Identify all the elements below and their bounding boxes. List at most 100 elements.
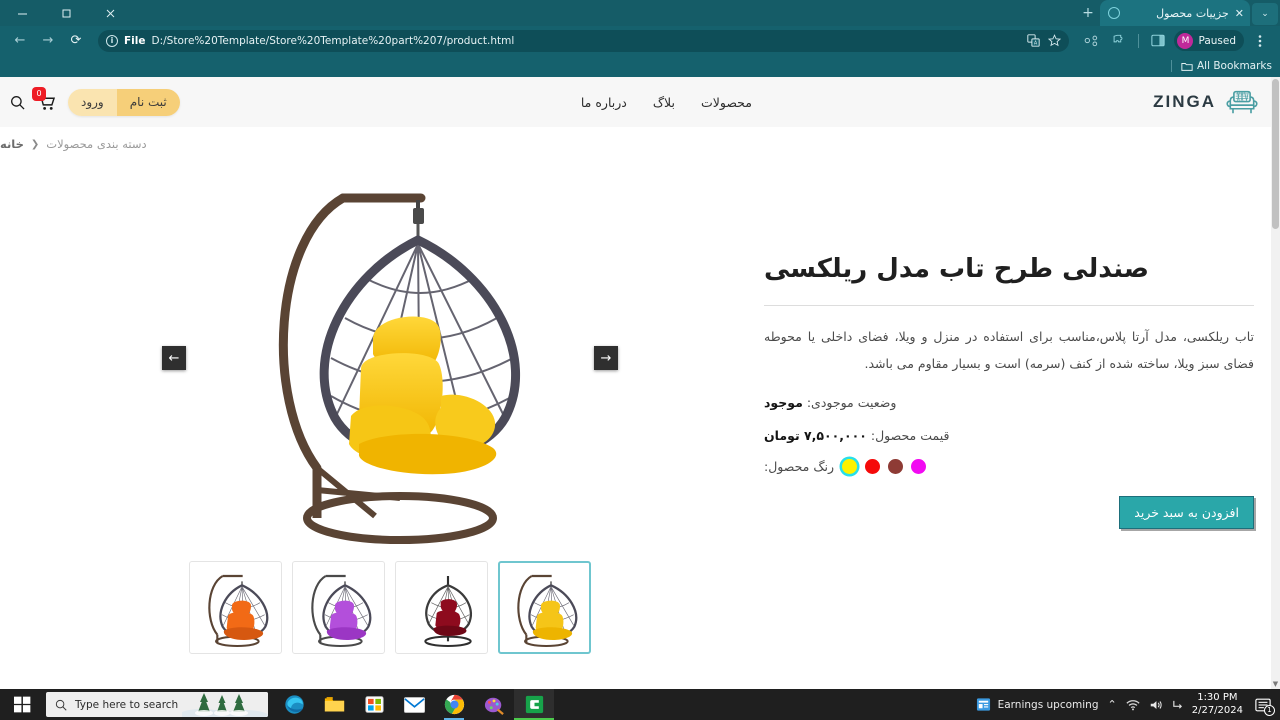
share-button[interactable]	[1079, 29, 1103, 53]
reload-button[interactable]: ⟳	[64, 29, 88, 53]
site-logo[interactable]: ZINGA	[1153, 88, 1260, 116]
notification-count-badge: 1	[1264, 704, 1275, 716]
new-tab-button[interactable]: +	[1076, 2, 1100, 24]
side-panel-icon	[1151, 34, 1166, 47]
chevron-down-icon: ⌄	[1261, 9, 1269, 19]
profile-status-label: Paused	[1198, 34, 1236, 47]
page-title: صندلی طرح تاب مدل ریلکسی	[764, 254, 1149, 284]
all-bookmarks-button[interactable]: All Bookmarks	[1181, 60, 1272, 72]
taskbar-file-explorer[interactable]	[314, 689, 354, 720]
add-to-cart-button[interactable]: افزودن به سبد خرید	[1119, 495, 1254, 529]
brand-name: ZINGA	[1153, 92, 1216, 111]
close-window-button[interactable]	[88, 0, 132, 26]
search-icon	[55, 699, 67, 711]
taskbar-active-app[interactable]	[514, 689, 554, 720]
breadcrumb-current[interactable]: دسته بندی محصولات	[46, 137, 146, 151]
scrollbar-thumb[interactable]	[1272, 79, 1279, 229]
nav-products[interactable]: محصولات	[701, 95, 752, 110]
thumb-darkred[interactable]	[395, 561, 488, 654]
title-divider	[764, 305, 1254, 307]
armchair-icon	[1226, 90, 1258, 114]
back-arrow-icon: ←	[14, 33, 26, 48]
search-button[interactable]	[10, 95, 25, 110]
browser-tab[interactable]: ✕ جزییات محصول	[1100, 0, 1250, 26]
availability-label: وضعیت موجودی:	[806, 394, 897, 410]
price-label: قیمت محصول:	[870, 427, 950, 443]
tab-search-button[interactable]: ⌄	[1252, 3, 1278, 25]
circle-favicon-icon	[1108, 7, 1120, 19]
browser-menu-button[interactable]	[1248, 29, 1272, 53]
product-description: تاب ریلکسی، مدل آرتا پلاس،مناسب برای است…	[764, 329, 1254, 371]
product-image	[278, 193, 520, 544]
scroll-down-arrow[interactable]: ▼	[1271, 679, 1280, 689]
search-decoration-icon	[182, 692, 268, 717]
forward-button[interactable]: →	[36, 29, 60, 53]
cart-button[interactable]: 0	[32, 86, 56, 111]
maximize-icon	[62, 9, 70, 17]
taskbar-mail[interactable]	[394, 689, 434, 720]
product-info: صندلی طرح تاب مدل ریلکسی تاب ریلکسی، مدل…	[764, 163, 1254, 654]
ime-icon[interactable]	[1172, 699, 1183, 710]
profile-button[interactable]: M Paused	[1174, 30, 1244, 51]
system-tray: Earnings upcoming ⌃ 1:30 PM 2/27/2024 1	[976, 692, 1280, 717]
extensions-button[interactable]	[1107, 29, 1131, 53]
page-viewport: ZINGA محصولات بلاگ درباره ما ثبت نام ورو…	[0, 77, 1280, 689]
swatch-red[interactable]	[865, 458, 881, 474]
gallery-next-button[interactable]: →	[594, 346, 618, 370]
gallery-thumbnails	[189, 561, 591, 654]
translate-icon[interactable]: A	[1027, 34, 1041, 47]
gallery-prev-button[interactable]: ←	[162, 346, 186, 370]
breadcrumb-home[interactable]: خانه	[0, 137, 24, 151]
nav-about[interactable]: درباره ما	[581, 95, 627, 110]
swatch-brown[interactable]	[888, 458, 904, 474]
taskbar-edge[interactable]	[274, 689, 314, 720]
url-text: D:/Store%20Template/Store%20Template%20p…	[151, 34, 515, 47]
thumb-orange[interactable]	[189, 561, 282, 654]
network-icon[interactable]	[1126, 699, 1140, 711]
forward-arrow-icon: →	[42, 33, 54, 48]
page-scrollbar[interactable]: ▲ ▼	[1271, 77, 1280, 689]
swatch-yellow[interactable]	[842, 458, 858, 474]
back-button[interactable]: ←	[8, 29, 32, 53]
windows-icon	[13, 696, 30, 713]
volume-icon[interactable]	[1149, 699, 1163, 711]
clock-date: 2/27/2024	[1191, 704, 1243, 716]
price-value: ۷,۵۰۰,۰۰۰ تومان	[764, 427, 867, 443]
swatch-magenta[interactable]	[911, 458, 927, 474]
breadcrumb: خانه ❮ دسته بندی محصولات	[0, 127, 1254, 157]
taskbar-store[interactable]	[354, 689, 394, 720]
notification-center-button[interactable]: 1	[1252, 694, 1275, 716]
minimize-button[interactable]	[0, 0, 44, 26]
color-row: رنگ محصول:	[764, 458, 1254, 474]
maximize-button[interactable]	[44, 0, 88, 26]
taskbar-clock[interactable]: 1:30 PM 2/27/2024	[1192, 692, 1243, 717]
address-bar[interactable]: i File D:/Store%20Template/Store%20Templ…	[98, 29, 1070, 52]
taskbar-paint[interactable]	[474, 689, 514, 720]
availability-row: وضعیت موجودی: موجود	[764, 395, 1254, 410]
login-button[interactable]: ورود	[68, 88, 117, 116]
tray-chevron-up-icon[interactable]: ⌃	[1108, 698, 1117, 711]
star-icon[interactable]	[1048, 34, 1062, 47]
bookmarks-bar: All Bookmarks	[0, 55, 1280, 77]
tray-news-widget[interactable]: Earnings upcoming	[976, 697, 1099, 712]
share-icon	[1084, 35, 1098, 47]
omnibox-actions: A	[1027, 34, 1062, 47]
thumb-yellow[interactable]	[498, 561, 591, 654]
start-button[interactable]	[0, 689, 44, 720]
file-scheme-label: File	[124, 34, 146, 47]
signup-button[interactable]: ثبت نام	[116, 88, 180, 116]
taskbar-search-input[interactable]: Type here to search	[46, 692, 268, 717]
taskbar-chrome[interactable]	[434, 689, 474, 720]
kebab-menu-icon	[1258, 34, 1262, 47]
availability-value: موجود	[764, 394, 803, 410]
thumb-purple[interactable]	[292, 561, 385, 654]
close-icon[interactable]: ✕	[1235, 8, 1244, 19]
browser-window: ⌄ ✕ جزییات محصول + ← → ⟳ i File D:/Store…	[0, 0, 1280, 720]
tab-strip: ⌄ ✕ جزییات محصول +	[0, 0, 1280, 26]
auth-buttons: ثبت نام ورود	[68, 88, 180, 116]
avatar: M	[1177, 32, 1194, 49]
side-panel-button[interactable]	[1146, 29, 1170, 53]
puzzle-icon	[1114, 34, 1123, 42]
nav-blog[interactable]: بلاگ	[653, 95, 675, 110]
info-icon[interactable]: i	[106, 34, 118, 47]
